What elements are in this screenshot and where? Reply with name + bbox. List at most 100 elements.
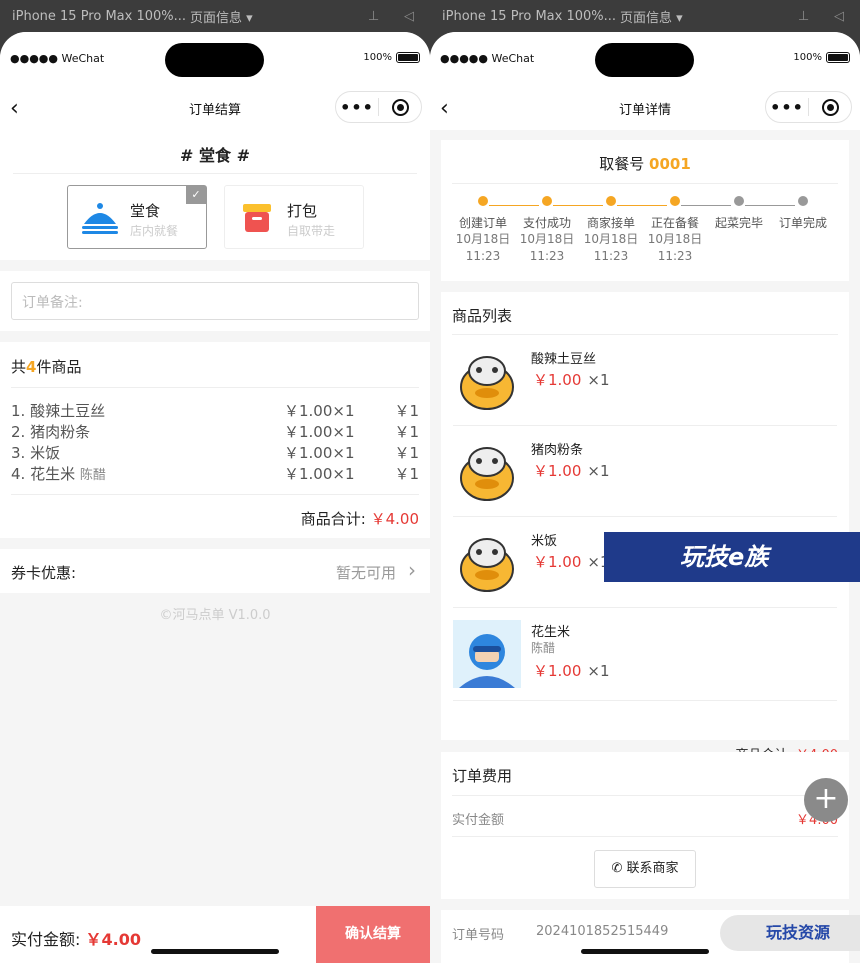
subtotal: 商品合计: ￥4.00 [300, 510, 419, 528]
divider [11, 494, 419, 495]
product-name: 花生米 [531, 625, 571, 640]
step-item: 起菜完毕 [707, 196, 771, 231]
list-item: 酸辣土豆丝 ￥1.00 ×1 [453, 336, 837, 426]
product-name: 米饭 [531, 534, 558, 549]
pickup-number: 取餐号 0001 [599, 155, 691, 173]
mode-sub: 自取带走 [287, 224, 336, 238]
battery-indicator: 100% [363, 52, 420, 63]
step-item: 支付成功 10月18日 11:23 [515, 196, 579, 265]
order-detail-screen: ●●●●● WeChat 100% ‹ 订单详情 ••• 取餐号 0001 创建… [430, 32, 860, 963]
speaker-icon[interactable]: ◁ [404, 9, 414, 24]
close-miniprogram-icon[interactable] [379, 98, 421, 116]
divider [452, 836, 838, 837]
mode-name: 打包 [287, 202, 318, 220]
pay-amount: 实付金额: ￥4.00 [11, 930, 141, 949]
mini-program-capsule: ••• [765, 91, 852, 123]
status-bar: ●●●●● WeChat 100% [430, 32, 860, 86]
coupon-row[interactable]: 券卡优惠: 暂无可用 › [0, 549, 430, 593]
chevron-right-icon: › [408, 558, 416, 582]
home-indicator [151, 949, 279, 954]
product-name: 猪肉粉条 [531, 443, 584, 458]
nav-bar: ‹ 订单结算 ••• [0, 86, 430, 130]
step-item: 正在备餐 10月18日 11:23 [643, 196, 707, 265]
note-card: 订单备注: [0, 271, 430, 331]
battery-icon [826, 52, 850, 63]
battery-percent: 100% [793, 52, 822, 63]
carrier-label: ●●●●● WeChat [10, 52, 105, 65]
hippo-icon [460, 447, 514, 501]
product-price: ￥1.00 ×1 [533, 371, 610, 389]
product-price: ￥1.00 ×1 [533, 662, 610, 680]
divider [452, 183, 838, 184]
step-item: 商家接单 10月18日 11:23 [579, 196, 643, 265]
more-icon[interactable]: ••• [336, 98, 378, 117]
device-selector[interactable]: iPhone 15 Pro Max 100%... [12, 9, 186, 24]
paid-label: 实付金额 [452, 813, 505, 828]
hippo-icon [460, 356, 514, 410]
contact-merchant-button[interactable]: ✆ 联系商家 [594, 850, 696, 888]
dining-mode-card: # 堂食 # 堂食 店内就餐 ✓ 打包 自取带走 [0, 130, 430, 260]
rider-icon [453, 620, 521, 688]
divider [11, 387, 419, 388]
order-no-label: 订单号码 [452, 928, 505, 943]
step-item: 创建订单 10月18日 11:23 [451, 196, 515, 265]
mode-option-dine-in[interactable]: 堂食 店内就餐 ✓ [67, 185, 207, 249]
progress-card: 取餐号 0001 创建订单 10月18日 11:23 支付成功 10月18日 11:23… [441, 140, 849, 281]
speaker-icon[interactable]: ◁ [834, 9, 844, 24]
list-item: 猪肉粉条 ￥1.00 ×1 [453, 427, 837, 517]
checkout-footer: 实付金额: ￥4.00 确认结算 [0, 906, 430, 963]
fee-title: 订单费用 [452, 767, 513, 785]
mini-program-capsule: ••• [335, 91, 422, 123]
mode-name: 堂食 [130, 202, 161, 220]
mode-option-takeaway[interactable]: 打包 自取带走 [224, 185, 364, 249]
coupon-value: 暂无可用 [335, 564, 396, 582]
page-info-menu[interactable]: 页面信息 ▾ [190, 7, 253, 26]
dish-cover-icon [82, 203, 118, 234]
dynamic-island [165, 43, 264, 77]
goods-card: 商品列表 酸辣土豆丝 ￥1.00 ×1 猪肉粉条 ￥1.00 ×1 米饭 ￥1.… [441, 292, 849, 763]
devtools-bar-right: iPhone 15 Pro Max 100%... 页面信息 ▾ ⊥ ◁ [430, 0, 860, 32]
carrier-label: ●●●●● WeChat [440, 52, 535, 65]
confirm-checkout-button[interactable]: 确认结算 [316, 906, 430, 963]
list-item: 3. 米饭 ￥1.00×1 ￥1 [11, 444, 419, 462]
product-price: ￥1.00 ×1 [533, 462, 610, 480]
step-item: 订单完成 [771, 196, 835, 231]
order-note-input[interactable]: 订单备注: [11, 282, 419, 320]
watermark-badge: 玩技资源 [720, 915, 860, 951]
checkmark-icon: ✓ [186, 186, 206, 204]
fee-card: 订单费用 实付金额 ￥4.00 ✆ 联系商家 [441, 752, 849, 899]
list-item: 2. 猪肉粉条 ￥1.00×1 ￥1 [11, 423, 419, 441]
battery-icon [396, 52, 420, 63]
list-item: 花生米 陈醋 ￥1.00 ×1 [453, 609, 837, 701]
phone-icon: ✆ [611, 861, 623, 876]
divider [452, 334, 838, 335]
device-selector[interactable]: iPhone 15 Pro Max 100%... [442, 9, 616, 24]
product-spec: 陈醋 [531, 641, 556, 655]
copyright: ©河马点单 V1.0.0 [159, 608, 271, 623]
status-bar: ●●●●● WeChat 100% [0, 32, 430, 86]
checkout-screen: ●●●●● WeChat 100% ‹ 订单结算 ••• # 堂食 # 堂食 店… [0, 32, 430, 963]
list-item: 4. 花生米 陈醋 ￥1.00×1 ￥1 [11, 465, 419, 483]
items-card: 共4件商品 1. 酸辣土豆丝 ￥1.00×1 ￥1 2. 猪肉粉条 ￥1.00×1 ￥1… [0, 342, 430, 538]
page-info-menu[interactable]: 页面信息 ▾ [620, 7, 683, 26]
divider [13, 173, 417, 174]
dynamic-island [595, 43, 694, 77]
takeaway-box-icon [243, 204, 271, 232]
watermark-banner: 玩技e族 [604, 532, 860, 582]
plus-icon[interactable]: + [804, 778, 848, 822]
more-icon[interactable]: ••• [766, 98, 808, 117]
divider [452, 795, 838, 796]
mode-sub: 店内就餐 [130, 224, 179, 238]
goods-title: 商品列表 [452, 307, 513, 325]
product-price: ￥1.00 ×1 [533, 553, 610, 571]
order-no-value: 2024101852515449 [536, 924, 669, 939]
pin-icon[interactable]: ⊥ [798, 9, 809, 24]
item-count: 共4件商品 [11, 358, 82, 376]
pin-icon[interactable]: ⊥ [368, 9, 379, 24]
home-indicator [581, 949, 709, 954]
battery-indicator: 100% [793, 52, 850, 63]
devtools-bar-left: iPhone 15 Pro Max 100%... 页面信息 ▾ ⊥ ◁ [0, 0, 430, 32]
product-name: 酸辣土豆丝 [531, 352, 597, 367]
list-item: 1. 酸辣土豆丝 ￥1.00×1 ￥1 [11, 402, 419, 420]
close-miniprogram-icon[interactable] [809, 98, 851, 116]
